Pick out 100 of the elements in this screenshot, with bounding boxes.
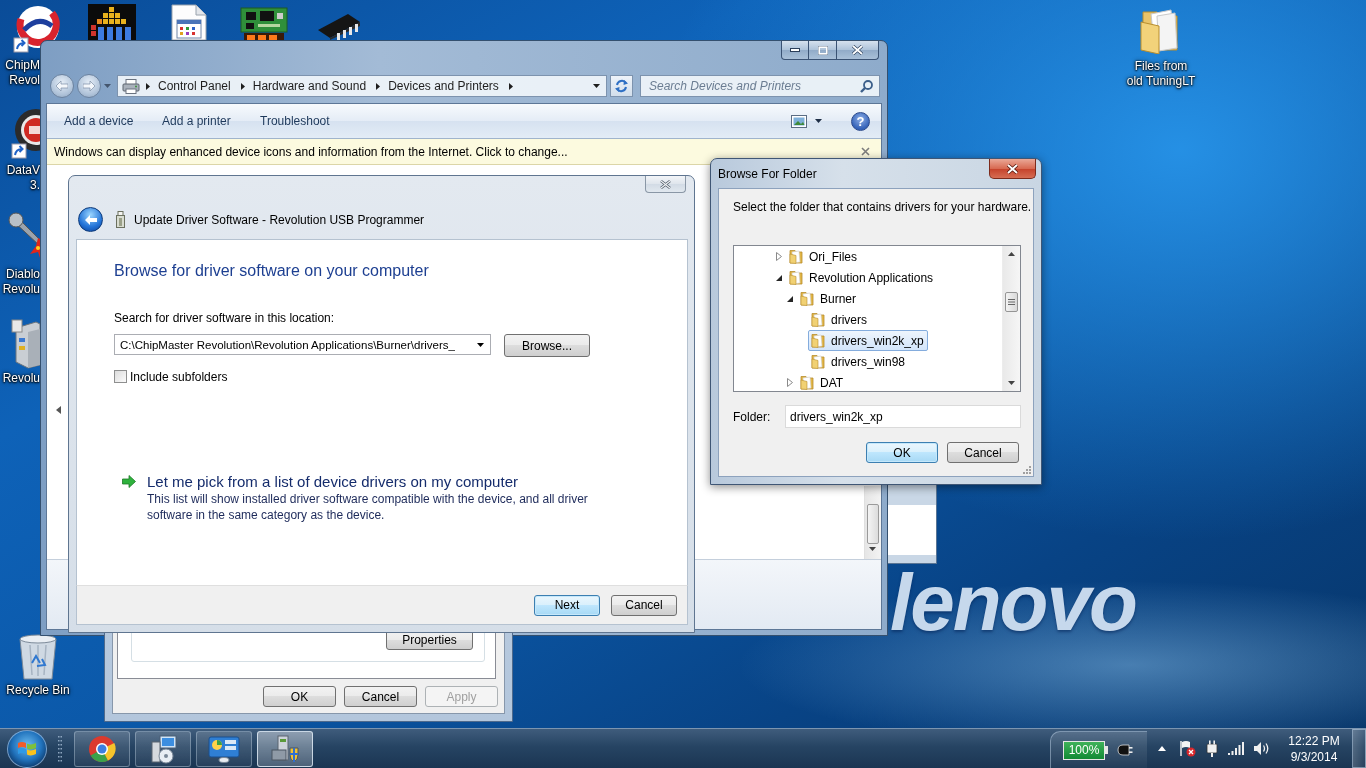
computer-disc-icon [148,733,178,764]
dialog-button[interactable]: OK [866,442,938,463]
breadcrumb-arrow-icon[interactable] [240,82,245,90]
dialog-button[interactable]: Cancel [344,686,417,707]
search-field[interactable]: Search Devices and Printers [640,75,880,97]
folder-icon [800,291,814,306]
icon-label[interactable]: Recycle Bin [0,683,76,698]
forward-button[interactable] [77,74,101,98]
collapse-arrow-icon[interactable] [56,406,61,414]
icon-label[interactable]: Revolu [2,371,40,386]
printer-icon [122,78,140,94]
flag-icon[interactable] [1179,740,1196,757]
command-link[interactable]: Let me pick from a list of device drivers on my computer [147,472,602,491]
close-icon [660,179,671,189]
breadcrumb-item[interactable]: Devices and Printers [388,79,499,93]
dialog-button[interactable]: Cancel [611,594,677,616]
folder-icon [811,333,825,348]
close-button[interactable] [989,159,1036,179]
close-button[interactable] [837,41,879,60]
icon-label[interactable]: Diablo Revolu [2,267,40,297]
toolbar-button[interactable]: Troubleshoot [252,114,342,128]
history-caret-icon[interactable] [104,84,111,88]
scrollbar-thumb[interactable] [867,504,879,544]
icon-label[interactable]: ChipM Revol [2,58,40,88]
tree-item[interactable]: DAT [797,372,848,391]
taskbar-button[interactable] [135,730,191,767]
minimize-button[interactable] [781,41,809,60]
dialog-button[interactable]: Cancel [947,442,1019,463]
folder-icon [811,312,825,327]
circuit-board-icon[interactable] [240,6,288,40]
maximize-button[interactable] [809,41,837,60]
close-icon [852,45,863,55]
dropdown-caret-icon[interactable] [477,342,484,347]
tree-item[interactable]: drivers_win2k_xp [808,330,928,351]
scrollbar-thumb[interactable] [1005,292,1018,312]
window-title: Browse For Folder [718,167,817,181]
close-icon [1007,163,1018,174]
tree-item[interactable]: Revolution Applications [786,267,938,288]
expand-arrow-icon[interactable] [775,273,783,282]
breadcrumb-arrow-icon[interactable] [376,82,381,90]
start-button[interactable] [7,729,47,768]
page-heading: Browse for driver software on your computer [114,261,430,281]
dropdown-caret-icon[interactable] [593,84,600,88]
back-button[interactable] [78,207,103,232]
power-plug-icon[interactable] [1205,740,1219,757]
breadcrumb-arrow-icon[interactable] [508,82,513,90]
plug-icon[interactable] [1117,744,1133,756]
up-arrow-icon [1158,746,1166,751]
taskbar-button[interactable] [257,730,313,767]
scroll-up-arrow-icon[interactable] [1008,252,1015,256]
speaker-icon[interactable] [1253,741,1270,756]
caret-icon[interactable] [815,119,822,123]
device-icon[interactable] [8,318,40,370]
scroll-down-arrow-icon[interactable] [869,547,876,551]
level-meter-icon[interactable] [88,4,136,40]
folder-icon [789,270,803,285]
tree-item[interactable]: drivers_win98 [808,351,910,372]
recycle-bin-icon[interactable] [16,633,60,681]
grip-dots-icon[interactable] [58,734,62,763]
folder-field[interactable]: drivers_win2k_xp [785,405,1021,428]
browse-button[interactable]: Browse... [504,334,590,357]
scroll-down-arrow-icon[interactable] [1008,381,1015,385]
folder-icon [811,354,825,369]
right-arrow-icon[interactable] [122,475,136,488]
maximize-icon [817,45,828,55]
refresh-button[interactable] [610,75,633,97]
icon-label[interactable]: Files from old TuningLT [1111,59,1211,89]
breadcrumb-arrow-icon[interactable] [146,82,150,90]
close-icon[interactable] [861,147,870,156]
round-logo-icon [88,734,116,763]
info-bar-message[interactable]: Windows can display enhanced device icons and information from the Internet. Click to change... [54,144,568,159]
wallpaper-logo: lenovo [890,563,1136,643]
show-desktop-button[interactable] [1352,729,1366,768]
left-arrow-icon [84,214,97,225]
toolbar-button[interactable]: Add a printer [154,114,244,128]
icon-label[interactable]: DataV 3. [2,163,40,193]
path-combo-box[interactable]: C:\ChipMaster Revolution\Revolution Applications\Burner\drivers_ [114,334,491,355]
field-label: Search for driver software in this location: [114,311,336,326]
dialog-button[interactable]: OK [263,686,336,707]
checkbox-label[interactable]: Include subfolders [130,369,228,384]
breadcrumb-item[interactable]: Control Panel [158,79,231,93]
expand-arrow-icon[interactable] [786,294,794,303]
signal-bars-icon[interactable] [1228,742,1244,755]
picture-icon[interactable] [791,114,807,128]
back-button[interactable] [50,74,74,98]
refresh-icon [614,79,629,93]
search-icon[interactable] [860,79,873,93]
tree-item[interactable]: Ori_Files [786,246,861,267]
checkbox[interactable] [114,370,127,383]
size-grip-icon[interactable] [1022,465,1031,474]
tree-item[interactable]: drivers [808,309,871,330]
dialog-button[interactable]: Next [534,594,600,616]
taskbar-button[interactable] [74,730,130,767]
address-bar[interactable]: Control Panel Hardware and Sound Devices and Printers [117,75,607,97]
taskbar-button[interactable] [196,730,252,767]
tree-item[interactable]: Burner [797,288,861,309]
minimize-icon [790,48,800,52]
toolbar-button[interactable]: Add a device [56,114,146,128]
breadcrumb-item[interactable]: Hardware and Sound [252,79,367,93]
clock-button[interactable]: 12:22 PM 9/3/2014 [1282,732,1346,765]
